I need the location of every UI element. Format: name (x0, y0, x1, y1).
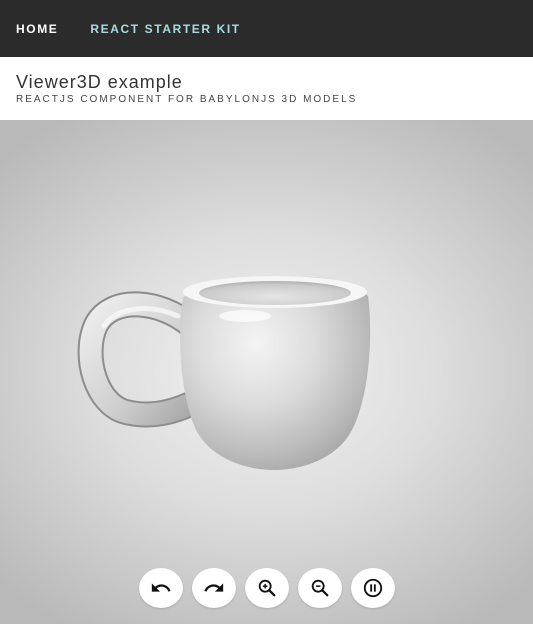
page-title: Viewer3D example (16, 72, 183, 92)
viewer3d-canvas[interactable] (0, 120, 533, 624)
redo-rotate-button[interactable] (191, 568, 236, 608)
mug-3d-model[interactable] (0, 120, 533, 624)
page-subtitle: REACTJS COMPONENT FOR BABYLONJS 3D MODEL… (16, 94, 358, 105)
undo-icon (151, 583, 171, 592)
page-header: Viewer3D example REACTJS COMPONENT FOR B… (0, 57, 533, 120)
zoom-in-icon (258, 579, 275, 597)
nav-home-link[interactable]: HOME (16, 22, 58, 36)
nav-react-starter-kit-link[interactable]: REACT STARTER KIT (90, 22, 240, 36)
pause-icon (363, 578, 382, 598)
zoom-out-icon (311, 579, 328, 597)
zoom-in-button[interactable] (244, 568, 289, 608)
pause-button[interactable] (350, 568, 395, 608)
zoom-out-button[interactable] (297, 568, 342, 608)
top-navbar: HOME REACT STARTER KIT (0, 0, 533, 57)
viewer-controls (0, 568, 533, 608)
redo-icon (203, 583, 223, 592)
undo-rotate-button[interactable] (138, 568, 183, 608)
